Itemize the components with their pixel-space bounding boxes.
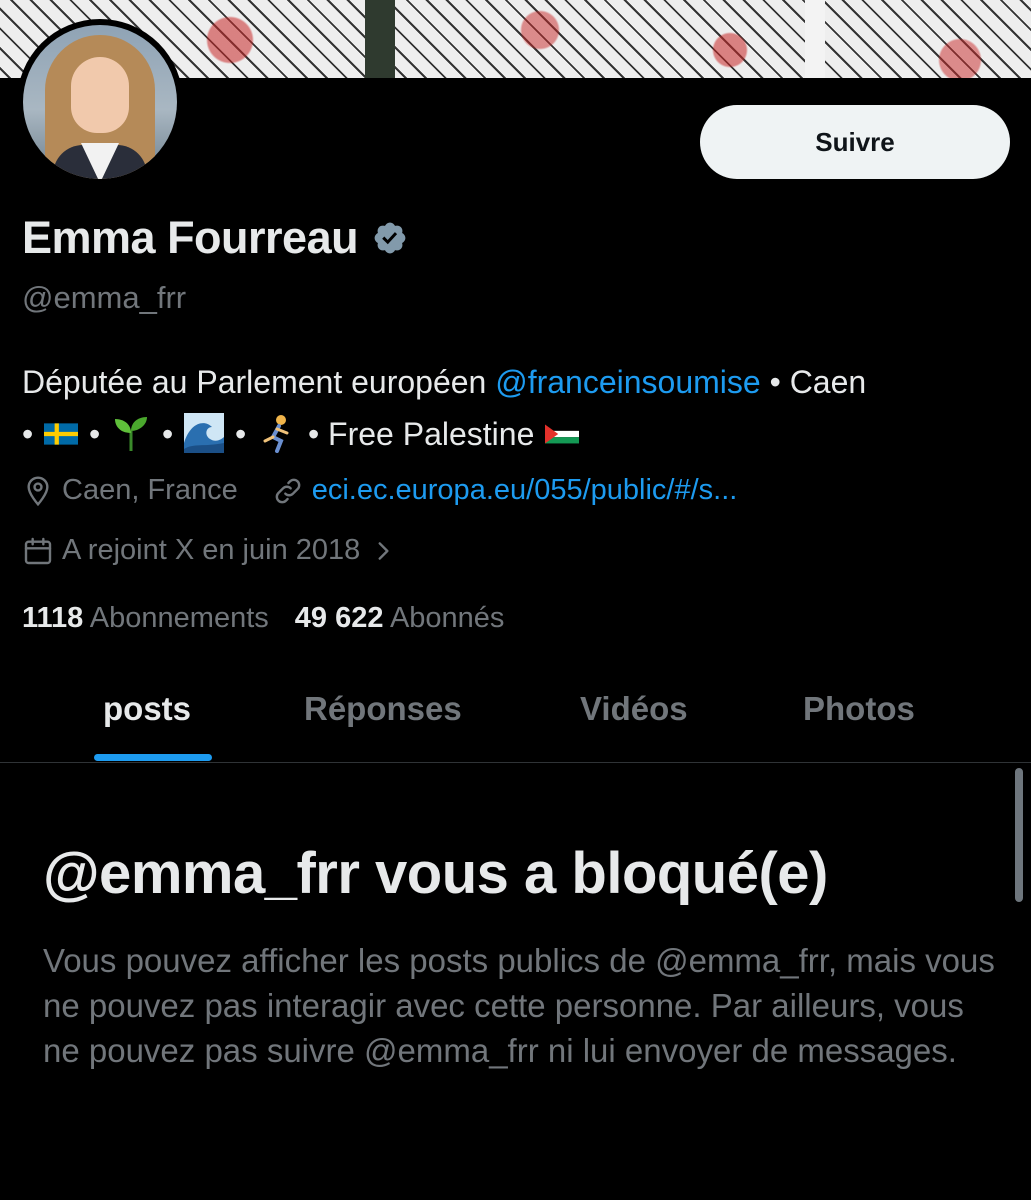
profile-name: Emma Fourreau — [22, 212, 359, 263]
bio-separator: • — [234, 416, 256, 452]
follow-button[interactable]: Suivre — [700, 105, 1010, 179]
name-row: Emma Fourreau — [22, 212, 408, 264]
profile-handle: @emma_frr — [22, 280, 187, 315]
profile-meta-row: Caen, France eci.ec.europa.eu/055/public… — [22, 474, 737, 507]
tab-videos[interactable]: Vidéos — [580, 676, 688, 762]
calendar-icon — [24, 537, 52, 564]
tab-photos[interactable]: Photos — [803, 676, 915, 762]
palestine-flag-icon — [545, 424, 580, 443]
profile-bio: Députée au Parlement européen @franceins… — [22, 356, 1022, 460]
seedling-icon — [115, 416, 148, 451]
profile-website-link[interactable]: eci.ec.europa.eu/055/public/#/s... — [312, 474, 738, 507]
chevron-right-icon — [378, 541, 389, 560]
bio-text: • Free Palestine — [307, 416, 544, 452]
verified-badge-icon[interactable] — [372, 220, 408, 256]
follow-stats: 1118 Abonnements 49 622 Abonnés — [22, 602, 530, 635]
profile-avatar[interactable] — [17, 19, 183, 185]
following-count: 1118 — [22, 602, 84, 634]
followers-count: 49 622 — [294, 602, 384, 634]
joined-row[interactable]: A rejoint X en juin 2018 — [22, 534, 404, 567]
banner-detail — [365, 0, 395, 78]
location-pin-icon — [27, 475, 49, 506]
followers-stat[interactable]: 49 622 Abonnés — [295, 602, 505, 635]
following-label: Abonnements — [89, 602, 269, 634]
scrollbar[interactable] — [1015, 768, 1023, 902]
avatar-photo — [23, 25, 177, 179]
joined-date: A rejoint X en juin 2018 — [62, 534, 361, 566]
active-tab-indicator — [94, 754, 212, 761]
bio-text: Députée au Parlement européen — [22, 364, 496, 400]
followers-label: Abonnés — [389, 602, 505, 634]
bio-separator: • — [22, 416, 43, 452]
bio-text: • Caen — [760, 364, 867, 400]
wave-icon — [184, 412, 225, 453]
bio-mention-link[interactable]: @franceinsoumise — [495, 364, 760, 400]
banner-detail — [805, 0, 825, 78]
blocked-title: @emma_frr vous a bloqué(e) — [43, 841, 828, 906]
tab-posts[interactable]: posts — [103, 676, 191, 762]
profile-tabs: posts Réponses Vidéos Photos — [0, 676, 1031, 763]
runner-icon — [263, 414, 289, 453]
profile-location: Caen, France — [62, 474, 238, 506]
blocked-message: Vous pouvez afficher les posts publics d… — [43, 942, 995, 1069]
following-stat[interactable]: 1118 Abonnements — [22, 602, 269, 635]
tab-replies[interactable]: Réponses — [304, 676, 462, 762]
bio-separator: • — [88, 416, 110, 452]
sweden-flag-icon — [44, 422, 79, 445]
bio-separator: • — [161, 416, 183, 452]
link-icon — [275, 478, 301, 503]
